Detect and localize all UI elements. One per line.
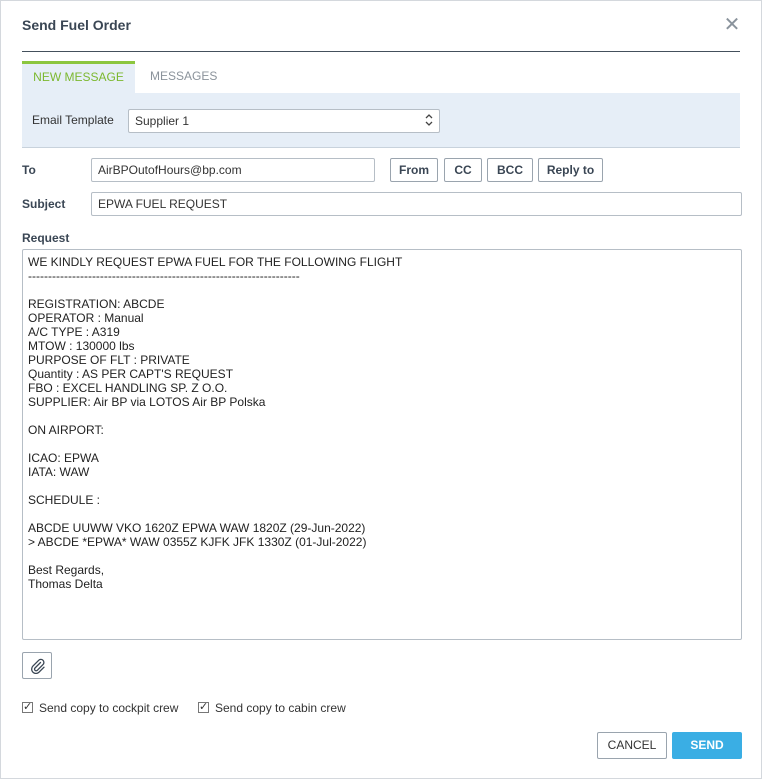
email-template-value: Supplier 1 — [135, 114, 190, 128]
attach-button[interactable] — [22, 652, 52, 679]
bcc-button[interactable]: BCC — [487, 158, 533, 182]
subject-label: Subject — [22, 197, 66, 211]
tab-messages[interactable]: MESSAGES — [150, 61, 217, 93]
to-label: To — [22, 163, 36, 177]
copy-cockpit-label: Send copy to cockpit crew — [39, 701, 179, 715]
cancel-button[interactable]: CANCEL — [597, 732, 667, 759]
tab-new-message[interactable]: NEW MESSAGE — [22, 61, 135, 93]
email-template-select[interactable]: Supplier 1 — [128, 109, 440, 133]
copy-cabin-label: Send copy to cabin crew — [215, 701, 346, 715]
send-button[interactable]: SEND — [672, 732, 742, 759]
email-template-label: Email Template — [32, 113, 114, 127]
request-label: Request — [22, 231, 70, 245]
paperclip-icon — [30, 658, 45, 674]
send-fuel-order-dialog: Send Fuel Order ✕ NEW MESSAGE MESSAGES E… — [0, 0, 762, 779]
checkmark-icon: ✓ — [23, 701, 33, 713]
request-textarea[interactable]: WE KINDLY REQUEST EPWA FUEL FOR THE FOLL… — [22, 249, 742, 640]
reply-to-button[interactable]: Reply to — [538, 158, 603, 182]
from-button[interactable]: From — [390, 158, 438, 182]
checkmark-icon: ✓ — [199, 701, 209, 713]
email-template-panel: Email Template Supplier 1 — [22, 93, 740, 148]
dialog-title: Send Fuel Order — [22, 17, 131, 33]
dialog-header: Send Fuel Order ✕ — [22, 1, 740, 52]
close-icon[interactable]: ✕ — [722, 15, 742, 35]
copy-cockpit-checkbox[interactable]: ✓ — [22, 701, 33, 713]
chevron-up-down-icon — [425, 113, 433, 129]
subject-input[interactable]: EPWA FUEL REQUEST — [91, 192, 742, 216]
cc-button[interactable]: CC — [444, 158, 482, 182]
copy-cabin-checkbox[interactable]: ✓ — [198, 701, 209, 713]
to-input[interactable]: AirBPOutofHours@bp.com — [91, 158, 375, 182]
